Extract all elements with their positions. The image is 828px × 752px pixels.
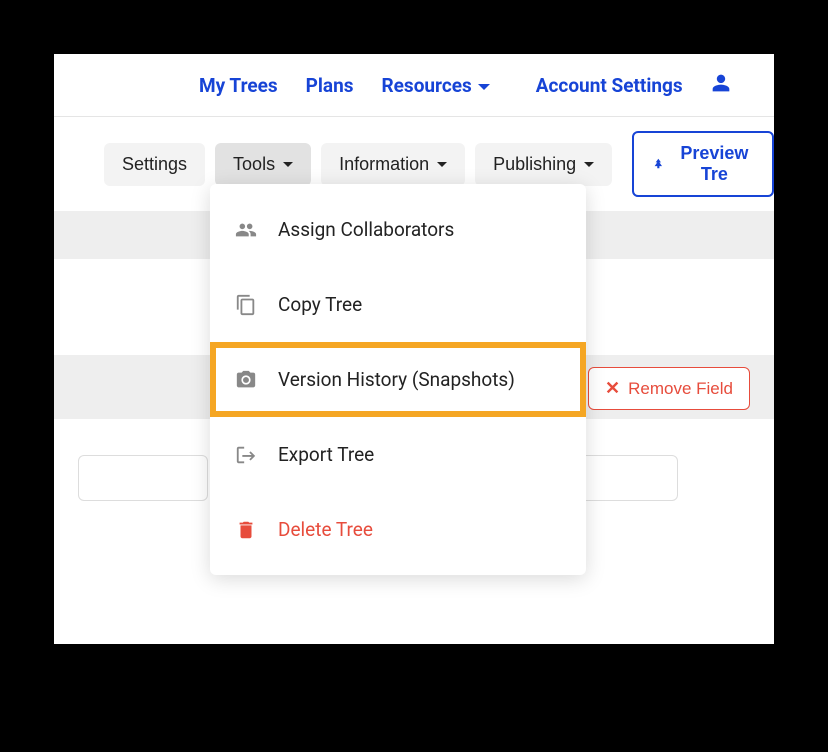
user-icon[interactable] [711,72,731,98]
information-label: Information [339,154,429,175]
tree-icon [652,154,665,174]
information-button[interactable]: Information [321,143,465,186]
menu-export-tree[interactable]: Export Tree [210,417,586,492]
menu-label: Version History (Snapshots) [278,368,515,391]
nav-plans[interactable]: Plans [306,74,354,97]
preview-tree-label: Preview Tre [675,143,754,185]
menu-version-history[interactable]: Version History (Snapshots) [210,342,586,417]
menu-copy-tree[interactable]: Copy Tree [210,267,586,342]
preview-tree-button[interactable]: Preview Tre [632,131,774,197]
export-icon [234,444,258,466]
menu-label: Assign Collaborators [278,218,454,241]
caret-down-icon [584,162,594,167]
menu-label: Delete Tree [278,518,373,541]
publishing-label: Publishing [493,154,576,175]
caret-down-icon [478,84,490,90]
remove-field-label: Remove Field [628,379,733,399]
x-icon: ✕ [605,378,620,399]
nav-account-settings[interactable]: Account Settings [536,74,683,97]
input-field-left[interactable] [78,455,208,501]
nav-my-trees[interactable]: My Trees [199,74,278,97]
top-navigation: My Trees Plans Resources Account Setting… [54,54,774,117]
menu-label: Copy Tree [278,293,362,316]
nav-resources[interactable]: Resources [382,74,490,97]
publishing-button[interactable]: Publishing [475,143,612,186]
menu-label: Export Tree [278,443,374,466]
tools-dropdown: Assign Collaborators Copy Tree Version H… [210,184,586,575]
caret-down-icon [437,162,447,167]
tools-button[interactable]: Tools [215,143,311,186]
menu-delete-tree[interactable]: Delete Tree [210,492,586,567]
settings-button[interactable]: Settings [104,143,205,186]
nav-resources-label: Resources [382,74,472,97]
camera-icon [234,369,258,391]
copy-icon [234,294,258,316]
trash-icon [234,519,258,541]
remove-field-button[interactable]: ✕ Remove Field [588,367,750,410]
people-icon [234,219,258,241]
tools-label: Tools [233,154,275,175]
menu-assign-collaborators[interactable]: Assign Collaborators [210,192,586,267]
caret-down-icon [283,162,293,167]
